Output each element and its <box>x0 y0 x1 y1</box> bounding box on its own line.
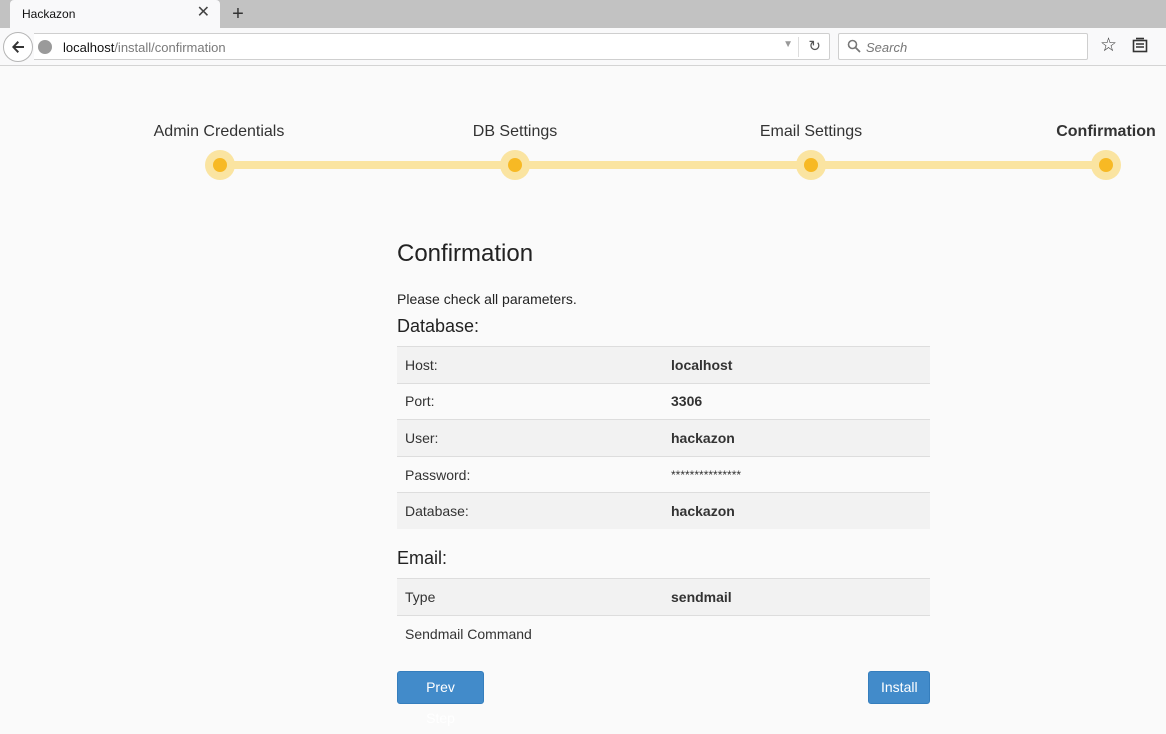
email-table: Type sendmail Sendmail Command <box>397 578 930 653</box>
tab-strip: Hackazon ✕ + <box>0 0 1166 28</box>
search-icon <box>847 39 861 53</box>
param-value: hackazon <box>663 419 930 457</box>
wizard-progress: Admin Credentials DB Settings Email Sett… <box>0 66 1166 206</box>
email-heading: Email: <box>397 548 448 569</box>
wizard-buttons: Prev Step Install <box>397 671 930 726</box>
table-row: User: hackazon <box>397 419 930 457</box>
step-dot-confirmation <box>1091 150 1121 180</box>
param-label: Sendmail Command <box>397 615 663 653</box>
address-bar[interactable]: localhost/install/confirmation ▼ ↻ <box>34 33 830 60</box>
param-label: Password: <box>397 455 663 493</box>
param-value <box>663 615 930 653</box>
install-button[interactable]: Install <box>868 671 930 705</box>
back-button[interactable] <box>3 32 33 62</box>
new-tab-icon[interactable]: + <box>228 2 248 26</box>
step-label-email-settings: Email Settings <box>759 123 863 140</box>
globe-icon <box>38 40 52 54</box>
confirmation-panel: Confirmation Please check all parameters… <box>397 230 930 726</box>
database-table: Host: localhost Port: 3306 User: hackazo… <box>397 346 930 530</box>
param-label: Port: <box>397 382 663 420</box>
table-row: Sendmail Command <box>397 615 930 653</box>
param-label: Host: <box>397 346 663 384</box>
step-dot-db-settings <box>500 150 530 180</box>
param-label: Database: <box>397 492 663 530</box>
close-tab-icon[interactable]: ✕ <box>197 4 210 22</box>
tab-title: Hackazon <box>22 7 76 21</box>
step-label-db-settings: DB Settings <box>472 123 558 140</box>
url-path: /install/confirmation <box>114 40 226 55</box>
param-value: sendmail <box>663 578 930 616</box>
step-dot-email-settings <box>796 150 826 180</box>
progress-track <box>220 161 1106 169</box>
history-dropdown-icon[interactable]: ▼ <box>783 39 793 50</box>
navigation-toolbar: localhost/install/confirmation ▼ ↻ Searc… <box>0 28 1166 66</box>
url-text[interactable]: localhost/install/confirmation <box>63 40 226 55</box>
browser-tab[interactable]: Hackazon ✕ <box>10 0 220 28</box>
param-value: hackazon <box>663 492 930 530</box>
param-label: User: <box>397 419 663 457</box>
page-title: Confirmation <box>397 240 534 267</box>
param-value: localhost <box>663 346 930 384</box>
step-dot-admin-credentials <box>205 150 235 180</box>
table-row: Host: localhost <box>397 346 930 384</box>
param-value: *************** <box>663 455 930 493</box>
bookmark-star-icon[interactable]: ☆ <box>1100 35 1117 57</box>
param-value: 3306 <box>663 382 930 420</box>
intro-text: Please check all parameters. <box>397 291 577 307</box>
table-row: Password: *************** <box>397 455 930 493</box>
step-label-admin-credentials: Admin Credentials <box>153 123 285 140</box>
back-arrow-icon <box>12 41 24 53</box>
search-placeholder: Search <box>866 40 908 55</box>
step-label-confirmation: Confirmation <box>1056 123 1156 140</box>
table-row: Database: hackazon <box>397 492 930 530</box>
prev-step-button[interactable]: Prev Step <box>397 671 484 726</box>
search-bar[interactable]: Search <box>838 33 1088 60</box>
url-host: localhost <box>63 40 115 55</box>
param-label: Type <box>397 578 663 616</box>
database-heading: Database: <box>397 316 480 336</box>
table-row: Type sendmail <box>397 578 930 616</box>
reload-icon[interactable]: ↻ <box>808 37 821 55</box>
url-divider <box>798 37 799 57</box>
table-row: Port: 3306 <box>397 382 930 420</box>
reading-list-icon[interactable] <box>1132 37 1148 53</box>
